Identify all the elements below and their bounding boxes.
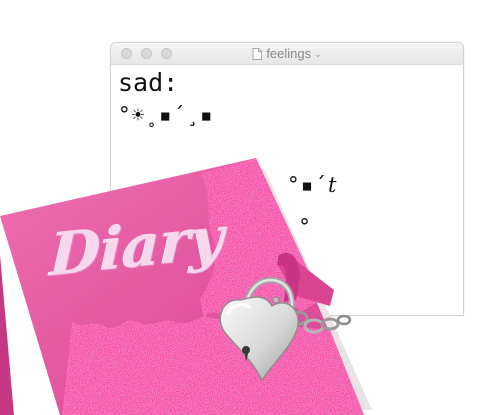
text-line-1: sad: [118, 68, 179, 97]
text-line-2: °☀˳▪´¸▪ [118, 103, 214, 127]
chevron-down-icon[interactable]: ⌄ [314, 49, 322, 60]
text-line-3: °▪´t [287, 173, 337, 197]
text-line-3-symbols: °▪´ [287, 173, 328, 197]
text-area[interactable]: sad: °☀˳▪´¸▪ °▪´t ▪˳° [111, 65, 463, 315]
text-line-3-letter: t [327, 173, 338, 197]
text-line-4: ▪˳° [271, 215, 312, 239]
window-title: feelings [266, 46, 312, 61]
window-title-area[interactable]: feelings ⌄ [111, 46, 463, 63]
document-icon [252, 48, 263, 63]
title-bar: feelings ⌄ [111, 43, 463, 65]
